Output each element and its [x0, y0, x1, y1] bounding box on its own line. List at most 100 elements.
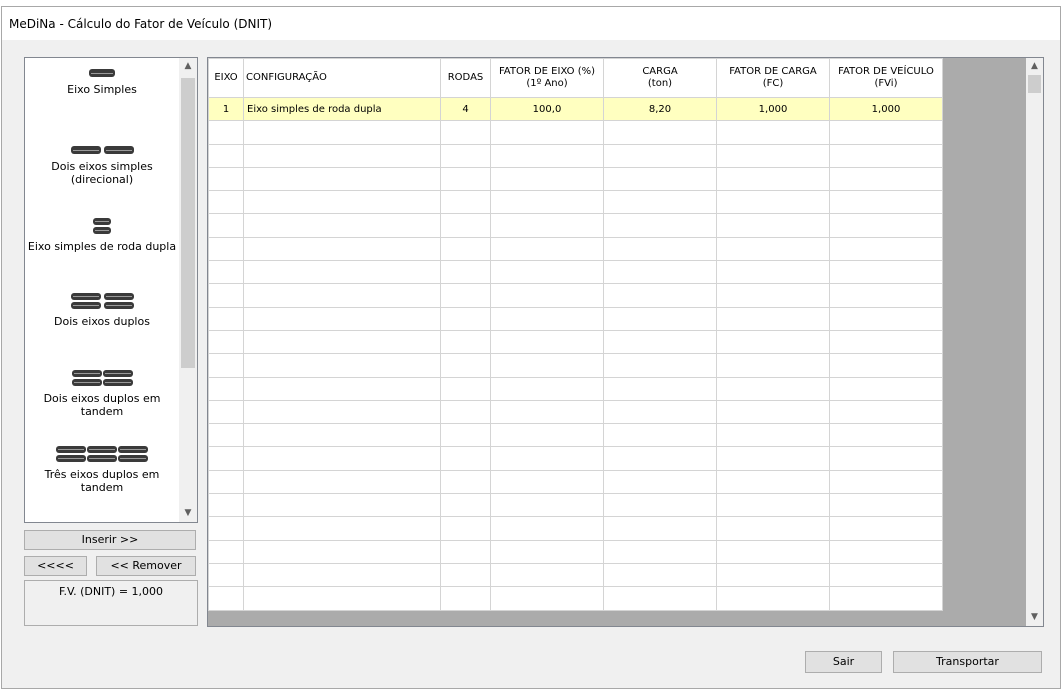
table-cell[interactable]	[716, 306, 830, 331]
table-cell[interactable]	[490, 469, 604, 495]
table-cell[interactable]	[829, 260, 943, 285]
table-cell[interactable]	[829, 516, 943, 541]
table-cell[interactable]	[603, 493, 717, 518]
cell-fator-eixo[interactable]: 100,0	[490, 96, 604, 122]
table-cell[interactable]	[603, 376, 717, 401]
table-cell[interactable]	[208, 353, 244, 378]
table-cell[interactable]	[440, 493, 491, 518]
table-cell[interactable]	[603, 306, 717, 331]
table-row[interactable]	[208, 353, 943, 378]
table-cell[interactable]	[829, 166, 943, 192]
table-cell[interactable]	[440, 469, 491, 495]
axle-item-dois-eixos-duplos[interactable]: Dois eixos duplos	[25, 293, 179, 328]
table-cell[interactable]	[490, 213, 604, 238]
table-cell[interactable]	[243, 376, 441, 401]
table-cell[interactable]	[603, 562, 717, 588]
table-cell[interactable]	[440, 260, 491, 285]
chevron-up-icon[interactable]: ▲	[1026, 58, 1043, 75]
table-cell[interactable]	[716, 120, 830, 145]
table-row[interactable]	[208, 236, 943, 262]
table-row[interactable]	[208, 283, 943, 308]
table-cell[interactable]	[490, 329, 604, 355]
table-cell[interactable]	[243, 260, 441, 285]
table-cell[interactable]	[603, 446, 717, 471]
chevron-down-icon[interactable]: ▼	[179, 505, 197, 522]
table-cell[interactable]	[490, 562, 604, 588]
table-cell[interactable]	[440, 236, 491, 262]
axle-list-scrollbar[interactable]: ▲ ▼	[179, 58, 197, 522]
table-row[interactable]	[208, 586, 943, 611]
table-cell[interactable]	[243, 353, 441, 378]
table-cell[interactable]	[603, 120, 717, 145]
table-cell[interactable]	[603, 399, 717, 425]
table-cell[interactable]	[208, 469, 244, 495]
table-cell[interactable]	[716, 469, 830, 495]
table-cell[interactable]	[490, 586, 604, 611]
cell-carga[interactable]: 8,20	[603, 96, 717, 122]
table-cell[interactable]	[829, 539, 943, 564]
table-cell[interactable]	[208, 166, 244, 192]
table-cell[interactable]	[243, 283, 441, 308]
table-cell[interactable]	[208, 143, 244, 168]
table-cell[interactable]	[716, 260, 830, 285]
table-cell[interactable]	[243, 516, 441, 541]
table-cell[interactable]	[603, 516, 717, 541]
table-cell[interactable]	[716, 166, 830, 192]
table-row[interactable]	[208, 329, 943, 355]
col-header-fator-veiculo[interactable]: FATOR DE VEÍCULO (FVi)	[829, 58, 943, 98]
table-cell[interactable]	[603, 469, 717, 495]
table-cell[interactable]	[440, 562, 491, 588]
col-header-configuracao[interactable]: CONFIGURAÇÃO	[243, 58, 441, 98]
table-cell[interactable]	[603, 143, 717, 168]
axle-item-dois-eixos-simples[interactable]: Dois eixos simples (direcional)	[25, 146, 179, 186]
axle-item-simples-roda-dupla[interactable]: Eixo simples de roda dupla	[25, 218, 179, 253]
table-cell[interactable]	[243, 306, 441, 331]
table-cell[interactable]	[490, 260, 604, 285]
cell-fvi[interactable]: 1,000	[829, 96, 943, 122]
table-cell[interactable]	[829, 469, 943, 495]
table-cell[interactable]	[208, 586, 244, 611]
table-cell[interactable]	[490, 399, 604, 425]
table-cell[interactable]	[716, 213, 830, 238]
scrollbar-thumb[interactable]	[181, 78, 195, 368]
table-cell[interactable]	[440, 190, 491, 215]
cell-configuracao[interactable]: Eixo simples de roda dupla	[243, 96, 441, 122]
table-cell[interactable]	[490, 516, 604, 541]
table-row[interactable]	[208, 306, 943, 331]
table-cell[interactable]	[440, 399, 491, 425]
table-cell[interactable]	[208, 120, 244, 145]
table-cell[interactable]	[208, 539, 244, 564]
table-cell[interactable]	[603, 539, 717, 564]
axle-item-eixo-simples[interactable]: Eixo Simples	[25, 69, 179, 96]
table-row[interactable]	[208, 120, 943, 145]
table-cell[interactable]	[440, 353, 491, 378]
table-cell[interactable]	[243, 562, 441, 588]
table-cell[interactable]	[603, 260, 717, 285]
table-cell[interactable]	[208, 213, 244, 238]
table-cell[interactable]	[243, 329, 441, 355]
transportar-button[interactable]: Transportar	[893, 651, 1042, 673]
table-row[interactable]	[208, 166, 943, 192]
table-cell[interactable]	[490, 190, 604, 215]
axle-item-tres-eixos-duplos-tandem[interactable]: Três eixos duplos em tandem	[25, 446, 179, 494]
table-row[interactable]	[208, 446, 943, 471]
table-cell[interactable]	[490, 143, 604, 168]
table-cell[interactable]	[440, 586, 491, 611]
table-cell[interactable]	[208, 493, 244, 518]
table-cell[interactable]	[440, 446, 491, 471]
table-cell[interactable]	[243, 143, 441, 168]
table-cell[interactable]	[243, 236, 441, 262]
table-cell[interactable]	[716, 562, 830, 588]
table-cell[interactable]	[716, 539, 830, 564]
table-cell[interactable]	[603, 329, 717, 355]
table-cell[interactable]	[603, 423, 717, 448]
table-cell[interactable]	[829, 423, 943, 448]
table-row[interactable]	[208, 399, 943, 425]
table-cell[interactable]	[829, 190, 943, 215]
table-cell[interactable]	[440, 306, 491, 331]
table-cell[interactable]	[490, 353, 604, 378]
remover-button[interactable]: << Remover	[96, 556, 196, 576]
table-cell[interactable]	[440, 143, 491, 168]
table-cell[interactable]	[829, 213, 943, 238]
table-cell[interactable]	[490, 446, 604, 471]
